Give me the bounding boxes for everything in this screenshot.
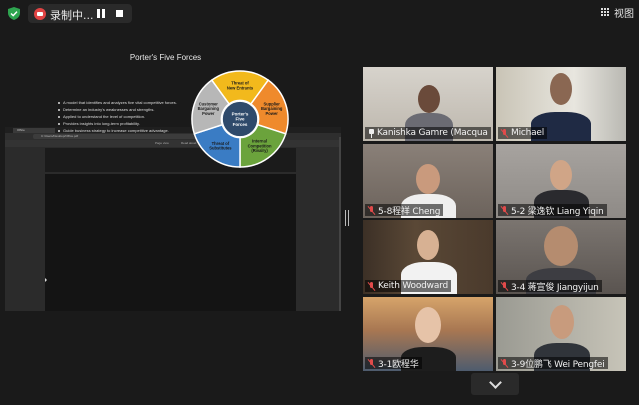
mic-muted-icon xyxy=(501,205,508,215)
mic-muted-icon xyxy=(501,281,508,291)
video-tile[interactable]: 3-9位鹏飞 Wei Pengfei xyxy=(496,297,626,371)
participant-name: Kanishka Gamre (Macquarie... xyxy=(376,128,488,138)
participant-name-bar: Kanishka Gamre (Macquarie... xyxy=(365,127,491,139)
video-tile[interactable]: 5-8程祥 Cheng xyxy=(363,144,493,218)
browser-url-text: C:/Users/Desktop/Office.pdf xyxy=(41,134,79,138)
slide-bullet: Applied to understand the level of compe… xyxy=(58,113,198,120)
view-button[interactable]: 视图 xyxy=(601,5,634,20)
mic-muted-icon xyxy=(368,281,375,291)
video-tile[interactable]: Michael xyxy=(496,67,626,141)
video-tile[interactable]: Keith Woodward xyxy=(363,220,493,294)
slide-bullet: Guide business strategy to increase comp… xyxy=(58,127,198,134)
participant-name-bar: 3-1欧程华 xyxy=(365,357,422,370)
slide-bullet: Provides insights into long-term profita… xyxy=(58,120,198,127)
grid-view-icon xyxy=(601,7,610,17)
participant-name-bar: 3-4 蒋宣俊 Jiangyijun xyxy=(498,280,602,293)
slide-title: Porter's Five Forces xyxy=(129,53,202,62)
meeting-window: 录制中... 视图 Office C:/Users/Desktop/Office… xyxy=(0,0,639,405)
pdf-toolbar: Page view Read aloud Add text Draw Highl… xyxy=(5,140,341,147)
shared-screen[interactable]: Office C:/Users/Desktop/Office.pdf Page … xyxy=(5,127,341,311)
cloud-record-icon xyxy=(34,8,46,20)
participant-name: 3-4 蒋宣俊 Jiangyijun xyxy=(511,282,599,293)
participant-name: 3-1欧程华 xyxy=(378,359,419,370)
security-shield-icon[interactable] xyxy=(8,7,20,20)
recording-label: 录制中... xyxy=(50,9,94,22)
participant-name-bar: Michael xyxy=(498,127,548,139)
mic-muted-icon xyxy=(368,205,375,215)
pdf-scrollbar[interactable] xyxy=(339,137,341,311)
participant-name: 3-9位鹏飞 Wei Pengfei xyxy=(511,359,605,370)
participant-name-bar: Keith Woodward xyxy=(365,280,452,292)
participant-name: Michael xyxy=(511,128,545,138)
pdf-page-current xyxy=(45,174,296,311)
toolbar-page-view[interactable]: Page view xyxy=(155,141,169,146)
participant-name-bar: 5-2 梁逸钦 Liang Yiqin xyxy=(498,204,607,217)
pause-recording-button[interactable] xyxy=(97,9,105,18)
video-tile[interactable]: 3-1欧程华 xyxy=(363,297,493,371)
expand-gallery-button[interactable] xyxy=(471,373,519,395)
slide-bullet-list: A model that identifies and analyzes fiv… xyxy=(58,99,198,134)
five-forces-wheel: Threat of New EntrantsSupplier Bargaining P… xyxy=(191,70,289,168)
participant-name: 5-8程祥 Cheng xyxy=(378,206,441,217)
pin-icon xyxy=(368,128,374,138)
mic-muted-icon xyxy=(501,358,508,368)
mic-muted-icon xyxy=(501,128,508,138)
participant-name: Keith Woodward xyxy=(378,281,449,291)
split-resize-handle[interactable] xyxy=(345,210,349,226)
slide-bullet: A model that identifies and analyzes fiv… xyxy=(58,99,198,106)
participant-name-bar: 3-9位鹏飞 Wei Pengfei xyxy=(498,357,608,370)
wheel-segment-label: Threat of Substitutes xyxy=(209,141,232,151)
participant-name-bar: 5-8程祥 Cheng xyxy=(365,204,444,217)
view-label: 视图 xyxy=(614,8,634,20)
stop-recording-button[interactable] xyxy=(116,10,123,17)
mouse-cursor-icon xyxy=(45,278,47,282)
video-tile[interactable]: 3-4 蒋宣俊 Jiangyijun xyxy=(496,220,626,294)
slide-bullet: Determine an industry's weaknesses and s… xyxy=(58,106,198,113)
video-tile[interactable]: 5-2 梁逸钦 Liang Yiqin xyxy=(496,144,626,218)
video-tile[interactable]: Kanishka Gamre (Macquarie... xyxy=(363,67,493,141)
participant-name: 5-2 梁逸钦 Liang Yiqin xyxy=(511,206,604,217)
mic-muted-icon xyxy=(368,358,375,368)
